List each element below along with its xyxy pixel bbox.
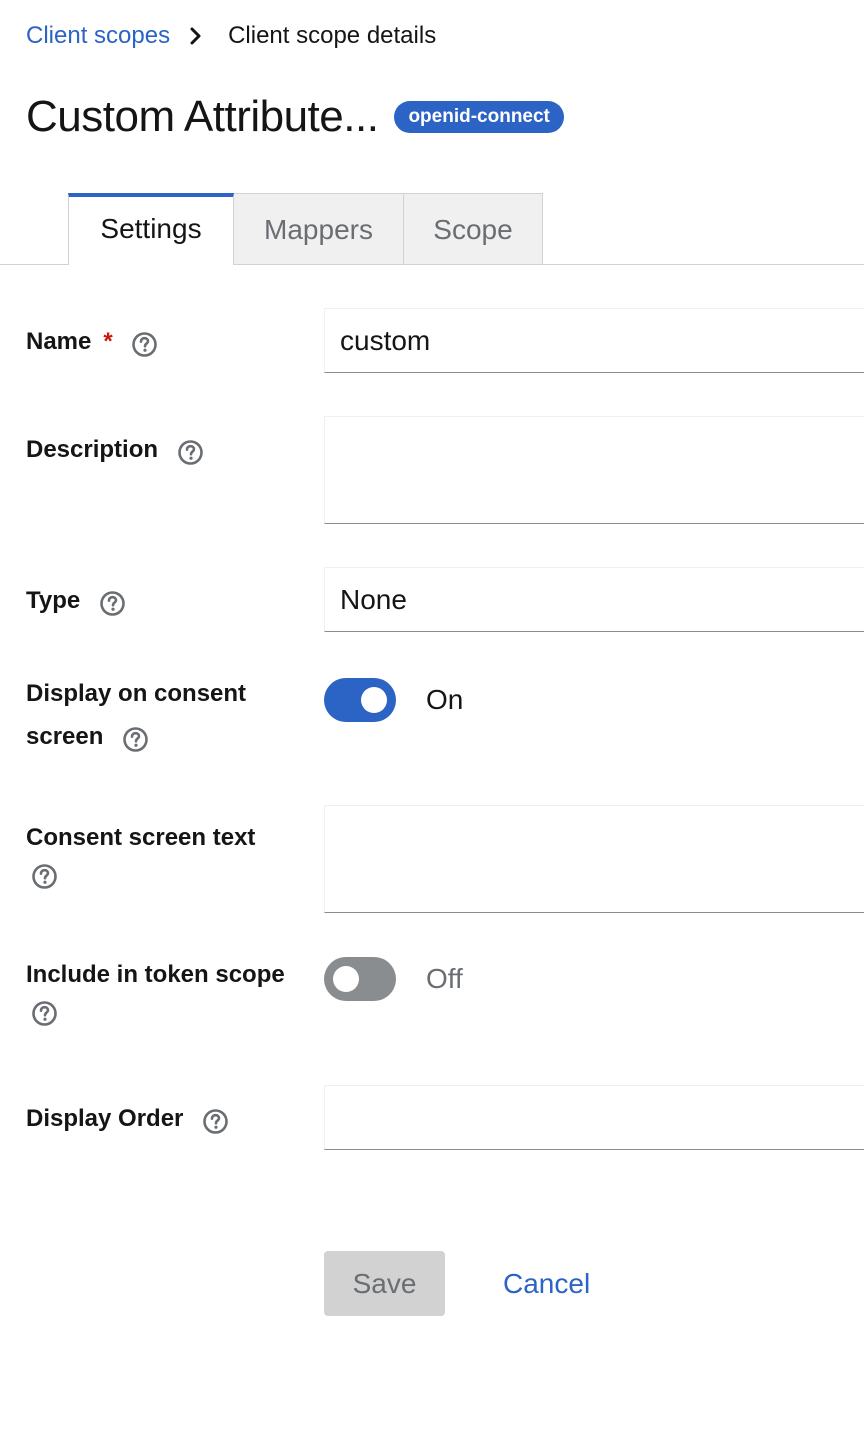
save-button[interactable]: Save <box>324 1251 445 1316</box>
consent-text-label-text: Consent screen text <box>26 824 256 851</box>
include-token-scope-label: Include in token scope <box>26 953 285 1026</box>
tab-scope-label: Scope <box>433 213 513 245</box>
help-circle-icon[interactable] <box>202 1106 229 1134</box>
include-token-scope-label-text: Include in token scope <box>26 961 285 988</box>
consent-text-label: Consent screen text <box>26 816 256 889</box>
type-select[interactable]: None <box>324 567 864 632</box>
tab-scope[interactable]: Scope <box>404 193 543 265</box>
include-token-scope-switch[interactable] <box>324 957 396 1001</box>
page-header: Custom Attribute... openid-connect <box>26 92 564 142</box>
name-label: Name * <box>26 320 158 363</box>
required-indicator: * <box>103 328 113 355</box>
breadcrumb-current: Client scope details <box>228 22 437 49</box>
tab-mappers[interactable]: Mappers <box>234 193 404 265</box>
display-on-consent-label-line1: Display on consent <box>26 680 247 707</box>
help-circle-icon[interactable] <box>31 998 58 1026</box>
switch-knob <box>361 687 387 713</box>
tab-settings-label: Settings <box>100 213 202 244</box>
help-circle-icon[interactable] <box>99 588 126 616</box>
breadcrumb-client-scopes-link[interactable]: Client scopes <box>26 22 170 50</box>
description-textarea[interactable] <box>324 416 864 524</box>
display-on-consent-label-line2: screen <box>26 723 104 750</box>
help-circle-icon[interactable] <box>31 861 58 889</box>
protocol-badge: openid-connect <box>394 101 564 133</box>
name-label-text: Name <box>26 328 92 355</box>
include-token-scope-state: Off <box>426 963 463 994</box>
consent-text-textarea[interactable] <box>324 805 864 913</box>
type-label-text: Type <box>26 587 81 614</box>
display-on-consent-switch[interactable] <box>324 678 396 722</box>
display-on-consent-state: On <box>426 684 464 715</box>
display-on-consent-label: Display on consent screen <box>26 672 246 758</box>
type-label: Type <box>26 579 126 622</box>
switch-knob <box>333 966 359 992</box>
chevron-right-icon <box>190 26 204 46</box>
name-input[interactable]: custom <box>324 308 864 373</box>
breadcrumb: Client scopes Client scope details <box>26 20 436 52</box>
display-order-input[interactable] <box>324 1085 864 1150</box>
tab-settings[interactable]: Settings <box>68 193 234 265</box>
help-circle-icon[interactable] <box>177 437 204 465</box>
cancel-button[interactable]: Cancel <box>503 1251 590 1316</box>
page-title: Custom Attribute... <box>26 92 379 141</box>
display-order-label-text: Display Order <box>26 1105 184 1132</box>
description-label-text: Description <box>26 436 159 463</box>
help-circle-icon[interactable] <box>131 329 158 357</box>
tab-mappers-label: Mappers <box>264 213 373 245</box>
display-order-label: Display Order <box>26 1097 229 1140</box>
help-circle-icon[interactable] <box>122 724 149 752</box>
description-label: Description <box>26 428 204 471</box>
